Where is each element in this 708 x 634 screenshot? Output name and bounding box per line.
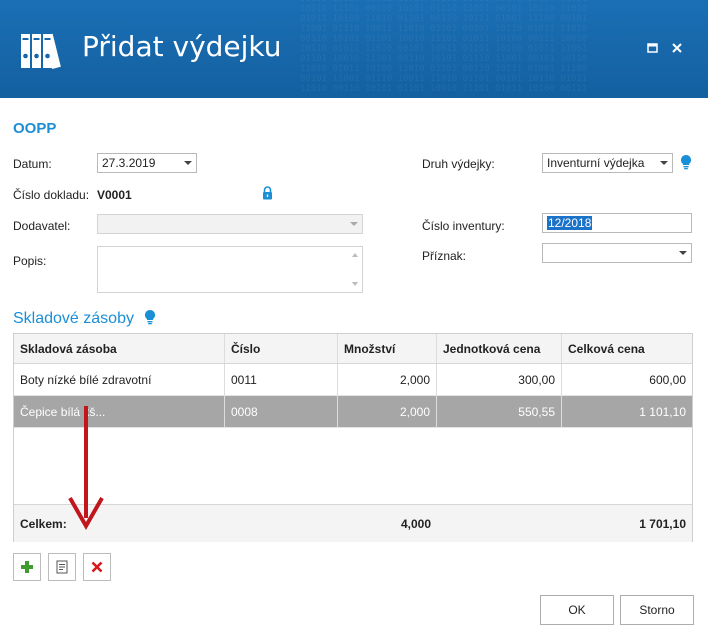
popis-textarea[interactable] [97, 246, 363, 293]
datum-label: Datum: [13, 157, 52, 171]
popis-label: Popis: [13, 254, 47, 268]
column-header[interactable]: Celková cena [562, 334, 692, 363]
delete-x-icon [91, 561, 103, 573]
druh-vydejky-select[interactable]: Inventurní výdejka [542, 153, 673, 173]
priznak-label: Příznak: [422, 249, 467, 263]
cell-celkova-cena: 1 101,10 [639, 404, 686, 419]
cislo-inventury-label: Číslo inventury: [422, 219, 505, 233]
scroll-down-icon[interactable] [352, 282, 358, 286]
column-header[interactable]: Množství [338, 334, 437, 363]
table-row[interactable]: Boty nízké bílé zdravotní 0011 2,000 300… [14, 364, 692, 396]
maximize-icon[interactable] [644, 40, 660, 56]
document-edit-icon [56, 560, 68, 574]
storno-button[interactable]: Storno [620, 595, 694, 625]
scroll-up-icon[interactable] [352, 253, 358, 257]
ok-button[interactable]: OK [540, 595, 614, 625]
footer-celkova-cena: 1 701,10 [639, 516, 686, 531]
window-titlebar: 01101 10110 01011 11010 00101 10011 0110… [0, 0, 708, 98]
binders-app-icon [21, 33, 61, 69]
annotation-arrow-icon [68, 406, 104, 531]
cell-jednotkova-cena: 300,00 [437, 364, 562, 395]
chevron-down-icon[interactable] [679, 251, 687, 255]
chevron-down-icon[interactable] [184, 161, 192, 165]
cell-jednotkova-cena: 550,55 [437, 396, 562, 427]
column-header[interactable]: Číslo [225, 334, 338, 363]
cell-cislo: 0008 [225, 396, 338, 427]
grid-footer: Celkem: 4,000 1 701,10 [14, 504, 692, 542]
cell-cislo: 0011 [225, 364, 338, 395]
plus-icon [21, 561, 33, 573]
stock-items-grid[interactable]: Skladová zásoba Číslo Množství Jednotkov… [13, 333, 693, 542]
grid-title: Skladové zásoby [13, 310, 134, 327]
lock-icon[interactable] [262, 186, 273, 200]
footer-empty [225, 505, 338, 542]
druh-vydejky-value: Inventurní výdejka [547, 156, 645, 170]
lightbulb-hint-icon[interactable] [680, 154, 692, 170]
cell-name: Čepice bílá kš... [14, 396, 225, 427]
window-title: Přidat výdejku [82, 30, 282, 63]
grid-header: Skladová zásoba Číslo Množství Jednotkov… [14, 334, 692, 364]
dodavatel-select [97, 214, 363, 234]
lightbulb-hint-icon[interactable] [144, 309, 156, 325]
edit-item-button[interactable] [48, 553, 76, 581]
add-item-button[interactable] [13, 553, 41, 581]
priznak-select[interactable] [542, 243, 692, 263]
dodavatel-label: Dodavatel: [13, 219, 71, 233]
chevron-down-icon [350, 222, 358, 226]
datum-date-picker[interactable]: 27.3.2019 [97, 153, 197, 173]
footer-label: Celkem: [20, 516, 67, 531]
datum-value: 27.3.2019 [102, 156, 156, 170]
section-title: OOPP [13, 120, 57, 137]
cislo-dokladu-value: V0001 [97, 188, 132, 202]
footer-empty [437, 505, 562, 542]
cislo-dokladu-label: Číslo dokladu: [13, 188, 90, 202]
footer-mnozstvi: 4,000 [400, 516, 431, 531]
cell-celkova-cena: 600,00 [649, 372, 686, 387]
close-icon[interactable] [669, 40, 685, 56]
cislo-inventury-input[interactable]: 12/2018 [542, 213, 692, 233]
druh-vydejky-label: Druh výdejky: [422, 157, 495, 171]
table-row-selected[interactable]: Čepice bílá kš... 0008 2,000 550,55 1 10… [14, 396, 692, 428]
delete-item-button[interactable] [83, 553, 111, 581]
cell-mnozstvi: 2,000 [338, 396, 437, 427]
column-header[interactable]: Jednotková cena [437, 334, 562, 363]
cell-mnozstvi: 2,000 [338, 364, 437, 395]
chevron-down-icon[interactable] [660, 161, 668, 165]
cislo-inventury-value: 12/2018 [547, 216, 593, 230]
cell-name: Boty nízké bílé zdravotní [14, 364, 225, 395]
column-header[interactable]: Skladová zásoba [14, 334, 225, 363]
